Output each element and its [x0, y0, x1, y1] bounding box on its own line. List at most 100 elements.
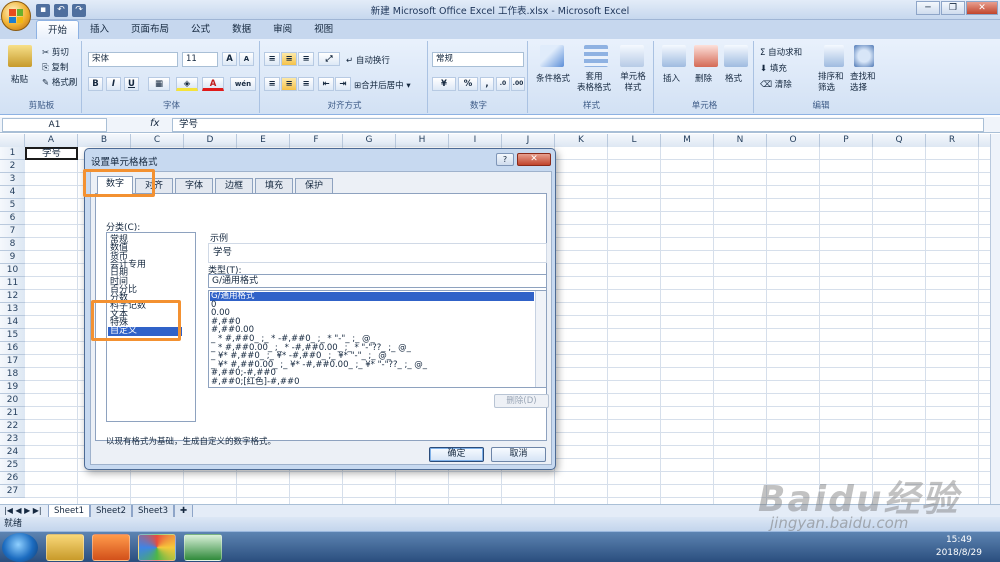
- table-format-icon[interactable]: [584, 45, 608, 67]
- row-header[interactable]: 23: [0, 433, 25, 446]
- category-item[interactable]: 日期: [110, 269, 128, 278]
- format-cells-icon[interactable]: [724, 45, 748, 67]
- align-middle-icon[interactable]: ≡: [281, 52, 297, 66]
- font-family-select[interactable]: 宋体: [88, 52, 178, 67]
- row-header[interactable]: 9: [0, 251, 25, 264]
- cell-a1[interactable]: 学号: [25, 147, 78, 160]
- autosum-button[interactable]: Σ 自动求和: [760, 46, 802, 58]
- italic-button[interactable]: I: [106, 77, 121, 91]
- row-header[interactable]: 17: [0, 355, 25, 368]
- align-center-icon[interactable]: ≡: [281, 77, 297, 91]
- row-header[interactable]: 12: [0, 290, 25, 303]
- fill-color-button[interactable]: ◈: [176, 77, 198, 91]
- type-item[interactable]: G/通用格式: [210, 292, 534, 301]
- restore-button[interactable]: ❐: [941, 1, 965, 15]
- binoculars-icon[interactable]: [854, 45, 874, 67]
- media-player-icon[interactable]: [92, 534, 130, 561]
- tab-protection[interactable]: 保护: [295, 178, 333, 193]
- minimize-button[interactable]: ─: [916, 1, 940, 15]
- sort-filter-icon[interactable]: [824, 45, 844, 67]
- row-header[interactable]: 27: [0, 485, 25, 498]
- font-size-select[interactable]: 11: [182, 52, 218, 67]
- phonetic-button[interactable]: wén: [230, 77, 256, 91]
- tab-formulas[interactable]: 公式: [180, 20, 221, 39]
- tab-data[interactable]: 数据: [221, 20, 262, 39]
- row-header[interactable]: 19: [0, 381, 25, 394]
- copy-button[interactable]: ⎘ 复制: [42, 61, 69, 73]
- office-button[interactable]: [1, 1, 31, 31]
- sort-filter-button[interactable]: 排序和 筛选: [818, 72, 844, 94]
- type-list[interactable]: G/通用格式 0 0.00 #,##0 #,##0.00 _ * #,##0_ ;_ * …: [208, 290, 547, 388]
- percent-button[interactable]: %: [458, 77, 478, 91]
- decrease-indent-icon[interactable]: ⇤: [318, 77, 334, 91]
- type-input[interactable]: G/通用格式: [208, 274, 547, 288]
- column-header[interactable]: G: [343, 134, 396, 147]
- insert-cells-icon[interactable]: [662, 45, 686, 67]
- orientation-icon[interactable]: ⤢: [318, 52, 340, 66]
- shrink-font-button[interactable]: A: [239, 52, 254, 66]
- insert-function-button[interactable]: fx: [150, 118, 170, 129]
- cell-style-icon[interactable]: [620, 45, 644, 67]
- dialog-close-button[interactable]: ✕: [517, 153, 551, 166]
- row-header[interactable]: 5: [0, 199, 25, 212]
- row-header[interactable]: 20: [0, 394, 25, 407]
- table-format-button[interactable]: 套用 表格格式: [572, 72, 616, 94]
- row-header[interactable]: 15: [0, 329, 25, 342]
- cut-button[interactable]: ✂ 剪切: [42, 46, 69, 58]
- clear-button[interactable]: ⌫ 清除: [760, 78, 792, 90]
- conditional-format-button[interactable]: 条件格式: [534, 72, 572, 84]
- row-header[interactable]: 8: [0, 238, 25, 251]
- column-header[interactable]: A: [25, 134, 78, 147]
- align-top-icon[interactable]: ≡: [264, 52, 280, 66]
- column-header[interactable]: N: [714, 134, 767, 147]
- number-format-select[interactable]: 常规: [432, 52, 524, 67]
- font-color-button[interactable]: A: [202, 77, 224, 91]
- cancel-button[interactable]: 取消: [491, 447, 546, 462]
- tab-page-layout[interactable]: 页面布局: [120, 20, 180, 39]
- delete-format-button[interactable]: 删除(D): [494, 394, 549, 408]
- wrap-text-button[interactable]: ↵ 自动换行: [346, 54, 390, 66]
- vertical-scrollbar[interactable]: [990, 134, 1000, 504]
- row-header[interactable]: 2: [0, 160, 25, 173]
- align-left-icon[interactable]: ≡: [264, 77, 280, 91]
- borders-button[interactable]: ▦: [148, 77, 170, 91]
- delete-button[interactable]: 删除: [695, 72, 712, 84]
- decrease-decimal-icon[interactable]: .00: [511, 77, 525, 91]
- column-header[interactable]: K: [555, 134, 608, 147]
- tab-font[interactable]: 字体: [175, 178, 213, 193]
- align-right-icon[interactable]: ≡: [298, 77, 314, 91]
- row-header[interactable]: 26: [0, 472, 25, 485]
- increase-decimal-icon[interactable]: .0: [496, 77, 510, 91]
- format-painter-button[interactable]: ✎ 格式刷: [42, 76, 77, 88]
- column-header[interactable]: E: [237, 134, 290, 147]
- type-item[interactable]: #,##0;[红色]-#,##0: [211, 378, 300, 387]
- row-header[interactable]: 11: [0, 277, 25, 290]
- column-header[interactable]: L: [608, 134, 661, 147]
- column-header[interactable]: I: [449, 134, 502, 147]
- row-header[interactable]: 1: [0, 147, 25, 160]
- comma-button[interactable]: ,: [480, 77, 494, 91]
- tab-fill[interactable]: 填充: [255, 178, 293, 193]
- fill-button[interactable]: ⬇ 填充: [760, 62, 787, 74]
- row-header[interactable]: 25: [0, 459, 25, 472]
- column-header[interactable]: Q: [873, 134, 926, 147]
- grow-font-button[interactable]: A: [222, 52, 237, 66]
- row-header[interactable]: 22: [0, 420, 25, 433]
- row-header[interactable]: 6: [0, 212, 25, 225]
- row-header[interactable]: 4: [0, 186, 25, 199]
- column-header[interactable]: P: [820, 134, 873, 147]
- column-header[interactable]: M: [661, 134, 714, 147]
- column-header[interactable]: D: [184, 134, 237, 147]
- tab-view[interactable]: 视图: [303, 20, 344, 39]
- select-all-corner[interactable]: [0, 134, 25, 147]
- close-button[interactable]: ✕: [966, 1, 998, 15]
- conditional-format-icon[interactable]: [540, 45, 564, 67]
- column-header[interactable]: C: [131, 134, 184, 147]
- column-header[interactable]: J: [502, 134, 555, 147]
- row-header[interactable]: 10: [0, 264, 25, 277]
- column-header[interactable]: B: [78, 134, 131, 147]
- type-list-scrollbar[interactable]: [535, 291, 546, 387]
- row-header[interactable]: 16: [0, 342, 25, 355]
- browser-icon[interactable]: [138, 534, 176, 561]
- align-bottom-icon[interactable]: ≡: [298, 52, 314, 66]
